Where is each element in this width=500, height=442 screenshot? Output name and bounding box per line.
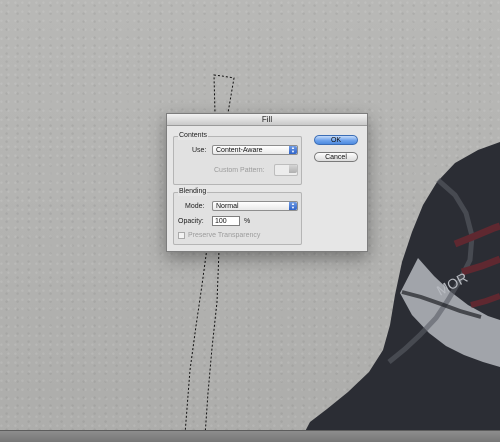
blending-group: Blending Mode: Normal ▲ ▼ Opacity: 100 % …: [173, 187, 302, 245]
cancel-button[interactable]: Cancel: [314, 152, 358, 162]
use-label: Use:: [192, 147, 207, 154]
use-select-value: Content-Aware: [216, 147, 263, 154]
contents-group-title: Contents: [178, 131, 209, 140]
blending-group-title: Blending: [178, 187, 208, 196]
mode-select-value: Normal: [216, 203, 239, 210]
opacity-unit: %: [244, 218, 251, 225]
chevron-updown-icon: ▲ ▼: [289, 202, 297, 210]
opacity-input[interactable]: 100: [212, 216, 240, 226]
mode-select[interactable]: Normal ▲ ▼: [212, 201, 298, 211]
preserve-transparency-label: Preserve Transparency: [188, 232, 261, 239]
ok-button[interactable]: OK: [314, 135, 358, 145]
preserve-transparency-checkbox[interactable]: [178, 232, 185, 239]
contents-group: Contents Use: Content-Aware ▲ ▼ Custom Pa…: [173, 131, 302, 185]
pattern-menu-icon: [289, 165, 297, 173]
opacity-label: Opacity:: [178, 218, 204, 225]
custom-pattern-picker[interactable]: [274, 164, 298, 176]
mode-label: Mode:: [185, 203, 205, 210]
fill-dialog: Fill Contents Use: Content-Aware ▲ ▼ Cust…: [166, 113, 368, 252]
chevron-updown-icon: ▲ ▼: [289, 146, 297, 154]
canvas-status-bar: [0, 430, 500, 442]
custom-pattern-label: Custom Pattern:: [214, 167, 265, 174]
use-select[interactable]: Content-Aware ▲ ▼: [212, 145, 298, 155]
dialog-title: Fill: [167, 114, 367, 126]
